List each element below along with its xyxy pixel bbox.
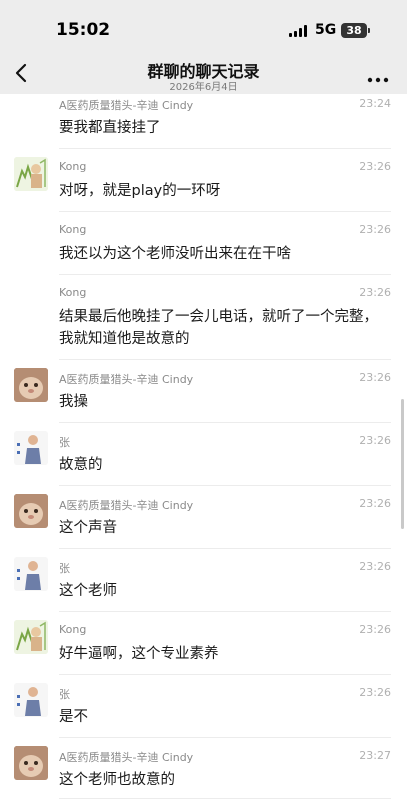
avatar[interactable]: [14, 683, 48, 717]
message-text: 我还以为这个老师没听出来在在干啥: [59, 246, 291, 262]
page-subtitle: 2026年6月4日: [169, 82, 238, 93]
chat-history-screen: 15:02 5G 38 群聊的聊天记录 2026年6月4日 A医药质量猎头-辛迪…: [0, 0, 407, 800]
divider: [59, 485, 391, 486]
battery-icon: 38: [341, 23, 367, 38]
message-time: 23:26: [359, 160, 391, 173]
divider: [59, 798, 391, 799]
signal-icon: [289, 25, 309, 37]
message-time: 23:26: [359, 560, 391, 573]
message-sender: Kong: [59, 623, 87, 636]
message-sender: Kong: [59, 160, 87, 173]
message-item: 张 23:26 这个老师: [0, 557, 407, 614]
message-time: 23:24: [359, 97, 391, 110]
message-time: 23:26: [359, 497, 391, 510]
network-type: 5G: [315, 22, 337, 38]
more-icon[interactable]: [366, 69, 390, 83]
message-item: Kong 23:26 对呀，就是play的一环呀: [0, 157, 407, 214]
message-item: A医药质量猎头-辛迪 Cindy 23:27 这个老师也故意的: [0, 746, 407, 800]
message-item: A医药质量猎头-辛迪 Cindy 23:26 我操: [0, 368, 407, 425]
avatar[interactable]: [14, 157, 48, 191]
message-time: 23:26: [359, 434, 391, 447]
message-time: 23:26: [359, 371, 391, 384]
message-text: 好牛逼啊，这个专业素养: [59, 646, 219, 662]
divider: [59, 211, 391, 212]
message-text-line: 结果最后他晚挂了一会儿电话，就听了一个完整，: [59, 309, 378, 325]
divider: [59, 148, 391, 149]
message-item: A医药质量猎头-辛迪 Cindy 23:24 要我都直接挂了: [0, 97, 407, 149]
message-time: 23:26: [359, 686, 391, 699]
divider: [59, 359, 391, 360]
message-item: 张 23:26 是不: [0, 683, 407, 740]
message-item: Kong 23:26 好牛逼啊，这个专业素养: [0, 620, 407, 677]
message-time: 23:27: [359, 749, 391, 762]
divider: [59, 274, 391, 275]
avatar[interactable]: [14, 746, 48, 780]
divider: [59, 611, 391, 612]
message-sender: 张: [59, 562, 70, 575]
message-list[interactable]: A医药质量猎头-辛迪 Cindy 23:24 要我都直接挂了 Kong 23:2…: [0, 94, 407, 800]
divider: [59, 422, 391, 423]
message-sender: A医药质量猎头-辛迪 Cindy: [59, 99, 194, 112]
message-text: 这个老师: [59, 583, 117, 599]
message-text: 对呀，就是play的一环呀: [59, 183, 221, 199]
status-bar: 15:02 5G 38: [0, 0, 407, 52]
avatar[interactable]: [14, 368, 48, 402]
message-sender: Kong: [59, 286, 87, 299]
divider: [59, 548, 391, 549]
message-item: 张 23:26 故意的: [0, 431, 407, 488]
message-item: Kong 23:26 我还以为这个老师没听出来在在干啥: [0, 223, 407, 277]
message-item: Kong 23:26 结果最后他晚挂了一会儿电话，就听了一个完整， 我就知道他是…: [0, 286, 407, 362]
message-sender: A医药质量猎头-辛迪 Cindy: [59, 373, 194, 386]
message-text: 这个声音: [59, 520, 117, 536]
message-time: 23:26: [359, 623, 391, 636]
message-text: 要我都直接挂了: [59, 120, 161, 136]
message-text: 是不: [59, 709, 88, 725]
avatar[interactable]: [14, 494, 48, 528]
avatar[interactable]: [14, 620, 48, 654]
message-text: 故意的: [59, 457, 103, 473]
message-sender: A医药质量猎头-辛迪 Cindy: [59, 751, 194, 764]
status-time: 15:02: [56, 20, 111, 40]
message-text: 我操: [59, 394, 88, 410]
battery-tip: [368, 28, 370, 33]
avatar[interactable]: [14, 557, 48, 591]
scrollbar[interactable]: [401, 399, 404, 529]
message-sender: 张: [59, 688, 70, 701]
nav-bar: 群聊的聊天记录 2026年6月4日: [0, 52, 407, 94]
message-text-line: 我就知道他是故意的: [59, 331, 190, 347]
message-text: 这个老师也故意的: [59, 772, 175, 788]
message-sender: A医药质量猎头-辛迪 Cindy: [59, 499, 194, 512]
divider: [59, 674, 391, 675]
message-time: 23:26: [359, 223, 391, 236]
message-sender: 张: [59, 436, 70, 449]
message-item: A医药质量猎头-辛迪 Cindy 23:26 这个声音: [0, 494, 407, 551]
divider: [59, 737, 391, 738]
message-sender: Kong: [59, 223, 87, 236]
message-time: 23:26: [359, 286, 391, 299]
avatar[interactable]: [14, 431, 48, 465]
